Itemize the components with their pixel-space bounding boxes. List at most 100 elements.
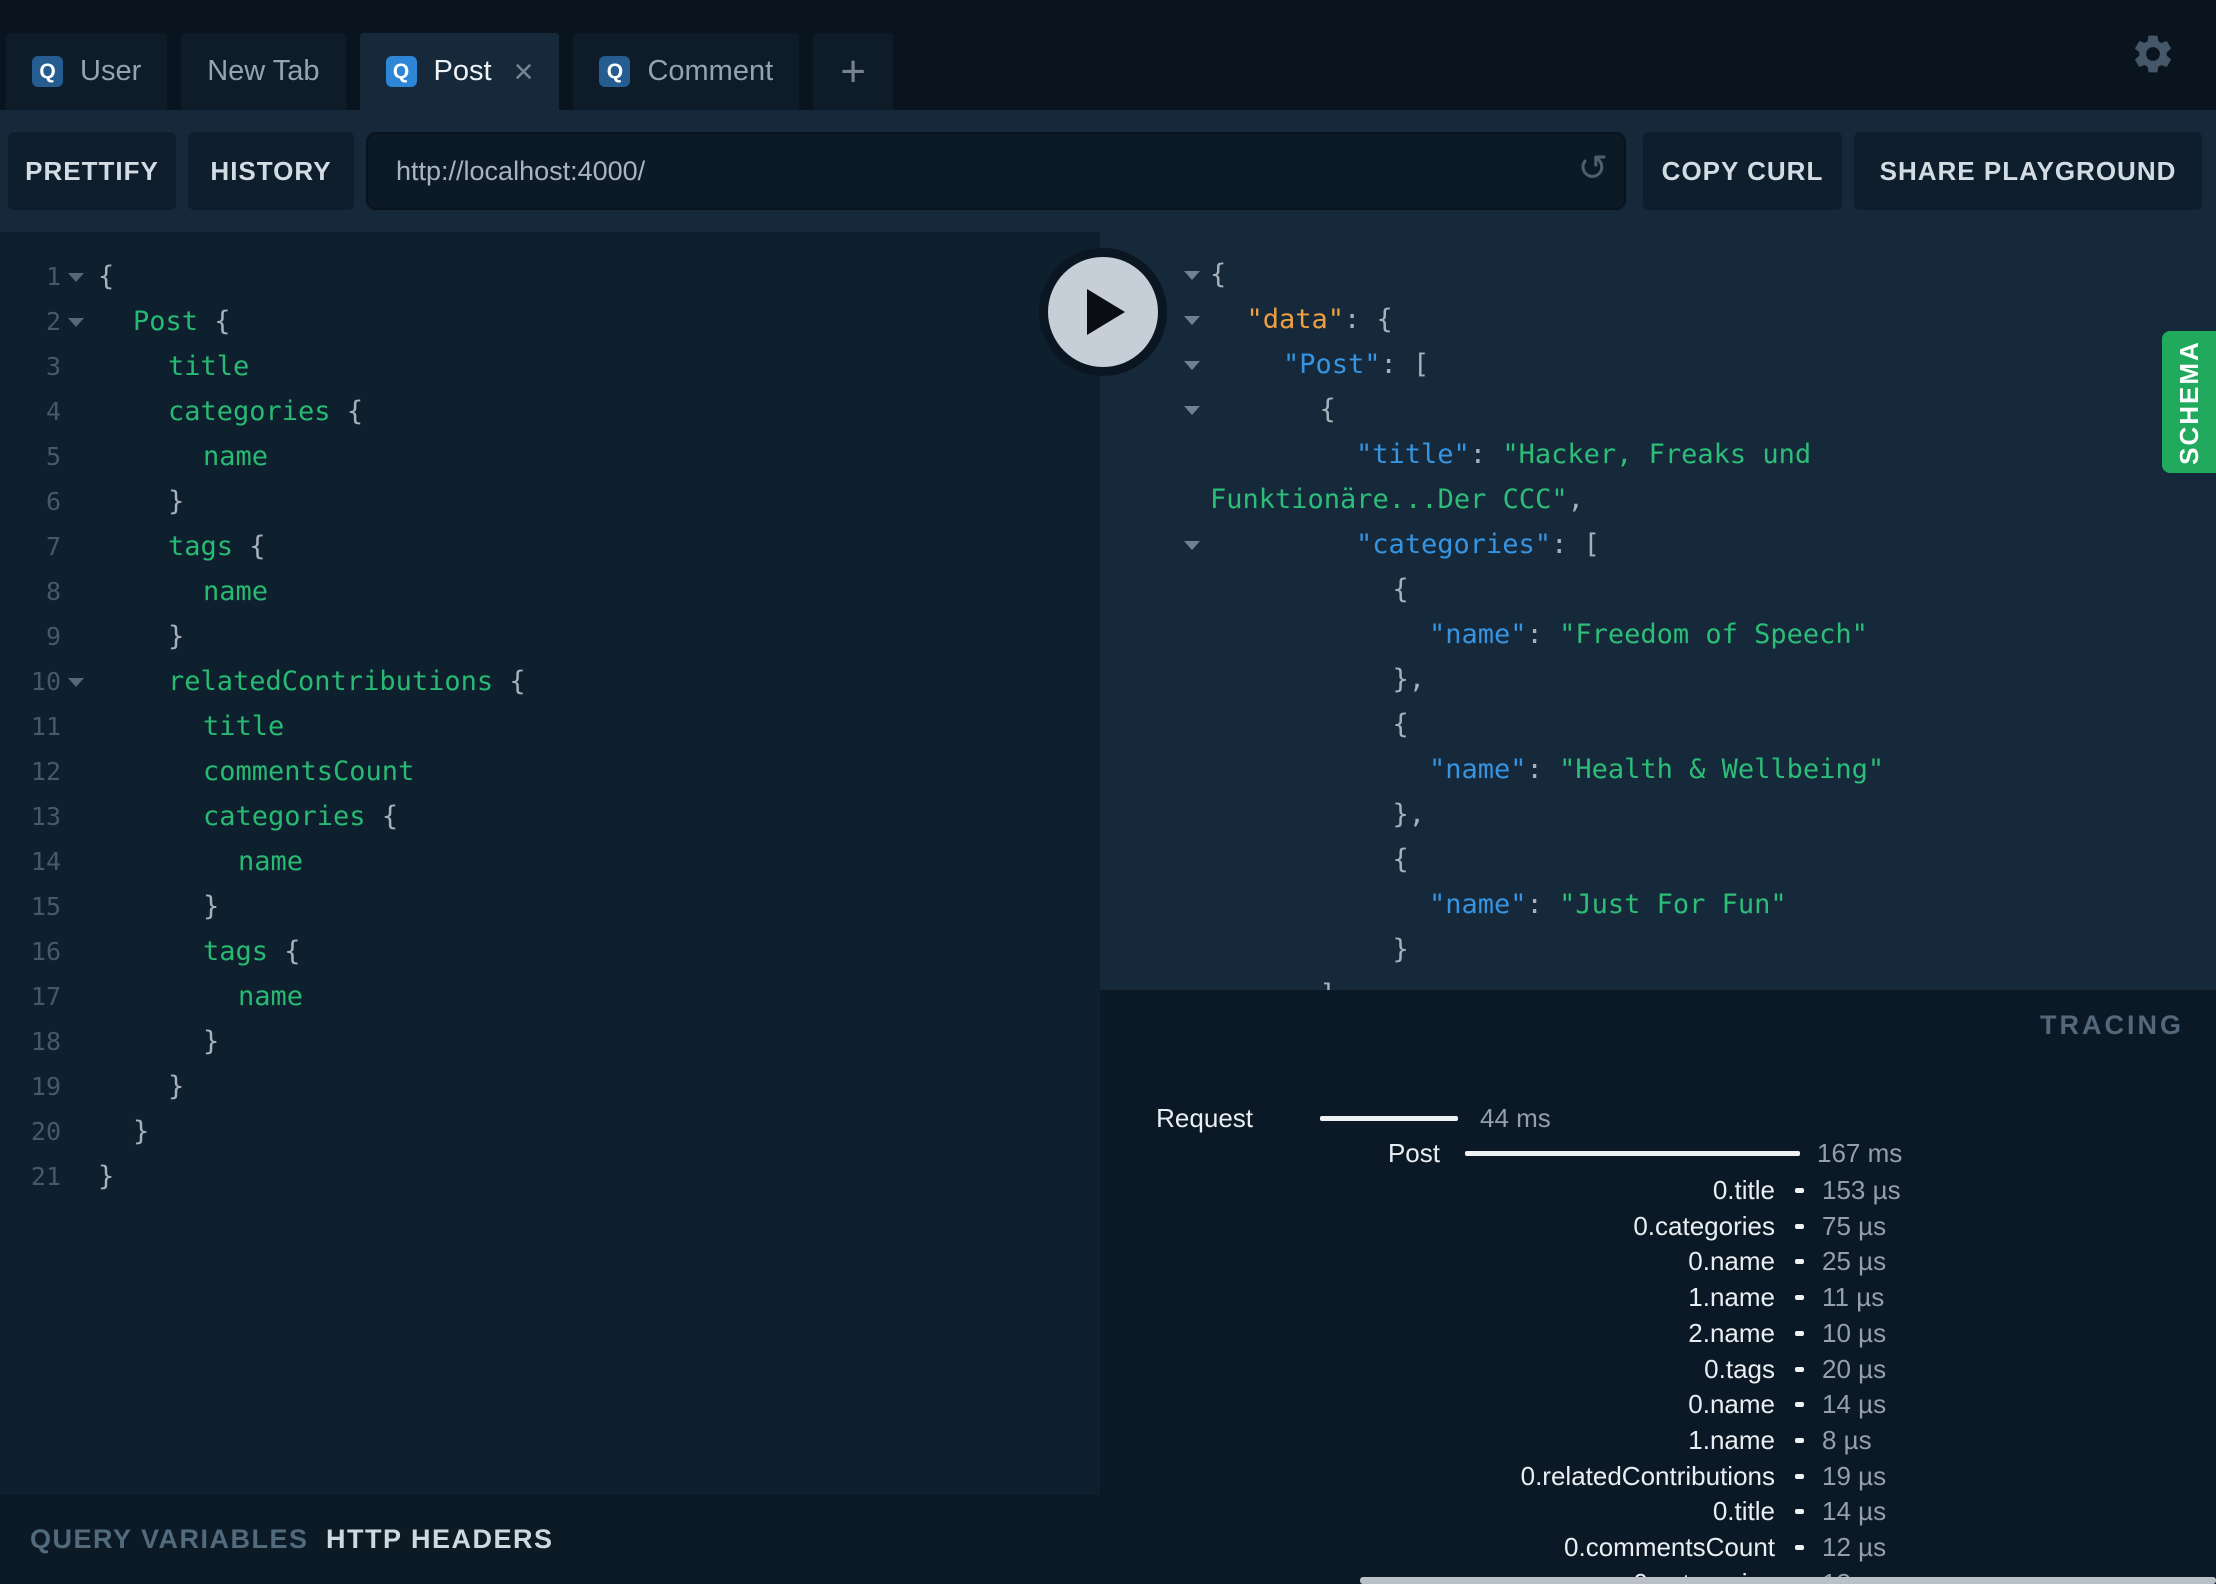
response-code: },: [1392, 664, 1426, 695]
trace-row: 0.categories 75 µs: [1100, 1209, 2216, 1243]
response-code: "data": {: [1246, 304, 1393, 335]
endpoint-url-input[interactable]: [366, 132, 1626, 210]
settings-gear-icon[interactable]: [2130, 31, 2176, 77]
response-code: },: [1392, 799, 1426, 830]
response-code: {: [1210, 259, 1227, 290]
trace-duration-bar: [1795, 1330, 1804, 1336]
trace-label: Post: [1387, 1138, 1440, 1168]
trace-time: 167 ms: [1817, 1138, 1903, 1168]
line-number: 16: [30, 937, 61, 966]
line-number: 10: [30, 667, 61, 696]
response-code: {: [1392, 844, 1409, 875]
query-variables-tab[interactable]: QUERY VARIABLES: [30, 1495, 309, 1584]
reload-schema-icon[interactable]: ↺: [1578, 146, 1608, 193]
response-code: Funktionäre...Der CCC",: [1210, 484, 1584, 515]
trace-duration-bar: [1795, 1402, 1804, 1408]
tab-comment[interactable]: Q Comment: [573, 33, 800, 110]
editor-line: 10 relatedContributions {: [0, 659, 1100, 704]
prettify-button[interactable]: PRETTIFY: [8, 132, 176, 210]
share-playground-button[interactable]: SHARE PLAYGROUND: [1854, 132, 2202, 210]
close-tab-icon[interactable]: ×: [514, 55, 534, 89]
editor-line: 20}: [0, 1109, 1100, 1154]
copy-curl-button[interactable]: COPY CURL: [1643, 132, 1842, 210]
editor-line: 11 title: [0, 704, 1100, 749]
editor-code: title: [203, 711, 285, 742]
tab-new-tab[interactable]: New Tab: [181, 33, 346, 110]
execute-button[interactable]: [1039, 248, 1167, 376]
editor-code: name: [203, 441, 269, 472]
editor-code: categories {: [168, 396, 364, 427]
response-line: },: [1100, 792, 2216, 837]
trace-label: 0.name: [1688, 1389, 1775, 1420]
line-number: 20: [30, 1117, 61, 1146]
tab-label: User: [80, 55, 142, 87]
trace-label: 0.commentsCount: [1564, 1532, 1775, 1562]
trace-label: 0.relatedContributions: [1520, 1460, 1775, 1491]
response-code: {: [1392, 574, 1409, 605]
schema-side-tab[interactable]: SCHEMA: [2162, 331, 2216, 473]
fold-arrow-icon[interactable]: [68, 273, 84, 282]
trace-row: 0.title 153 µs: [1100, 1173, 2216, 1207]
trace-label: Request: [1156, 1103, 1253, 1133]
response-line: "data": {: [1100, 297, 2216, 342]
tracing-panel: TRACING Request 44 ms Post 167 ms 0.title 153…: [1100, 990, 2216, 1584]
trace-duration-bar: [1320, 1116, 1458, 1121]
line-number: 6: [45, 487, 61, 516]
trace-duration-bar: [1795, 1295, 1804, 1301]
trace-duration-bar: [1795, 1545, 1804, 1550]
query-badge: Q: [599, 56, 631, 87]
response-line: {: [1100, 252, 2216, 297]
trace-row: 0.relatedContributions 19 µs: [1100, 1459, 2216, 1493]
editor-line: 8 name: [0, 569, 1100, 614]
editor-line: 6}: [0, 479, 1100, 524]
endpoint-url-field: ↺: [366, 132, 1626, 210]
trace-label: 0.title: [1712, 1175, 1775, 1205]
response-line: "name": "Freedom of Speech": [1100, 612, 2216, 657]
line-number: 14: [30, 847, 61, 876]
editor-code: title: [168, 351, 250, 382]
line-number: 13: [30, 802, 61, 831]
response-pane[interactable]: { "data": { "Post": [ { "title": "Hacker, Fr…: [1100, 232, 2216, 990]
add-tab-button[interactable]: +: [813, 33, 894, 110]
response-code: "title": "Hacker, Freaks und: [1356, 439, 1812, 470]
trace-label: 0.title: [1712, 1496, 1775, 1527]
response-code: ]: [1320, 972, 1336, 990]
collapse-arrow-icon[interactable]: [1184, 271, 1200, 280]
editor-code: }: [203, 1026, 220, 1057]
trace-row: Request 44 ms: [1100, 1101, 2216, 1135]
play-icon: [1087, 289, 1125, 335]
trace-row: 1.name 11 µs: [1100, 1280, 2216, 1314]
http-headers-tab[interactable]: HTTP HEADERS: [326, 1495, 554, 1584]
response-code: "Post": [: [1283, 349, 1430, 380]
collapse-arrow-icon[interactable]: [1184, 541, 1200, 550]
response-code: }: [1392, 934, 1409, 965]
fold-arrow-icon[interactable]: [68, 678, 84, 687]
collapse-arrow-icon[interactable]: [1184, 361, 1200, 370]
toolbar: PRETTIFY HISTORY ↺ COPY CURL SHARE PLAYG…: [0, 110, 2216, 232]
history-button[interactable]: HISTORY: [188, 132, 354, 210]
collapse-arrow-icon[interactable]: [1184, 406, 1200, 415]
query-editor-pane[interactable]: 1{2 Post {3 title 4 categories {5 name 6} 7 tags…: [0, 232, 1100, 1495]
editor-code: }: [168, 486, 185, 517]
horizontal-scrollbar[interactable]: [1360, 1577, 2216, 1584]
response-line: "name": "Just For Fun": [1100, 882, 2216, 927]
tab-user[interactable]: Q User: [6, 33, 168, 110]
response-line: Funktionäre...Der CCC",: [1100, 477, 2216, 522]
editor-line: 21}: [0, 1154, 1100, 1199]
schema-side-tab-label: SCHEMA: [2173, 339, 2204, 465]
response-line: "categories": [: [1100, 522, 2216, 567]
editor-code: {: [98, 261, 115, 292]
editor-code: relatedContributions {: [168, 666, 526, 697]
trace-label: 0.categories: [1633, 1210, 1775, 1241]
line-number: 5: [45, 442, 61, 471]
trace-row: 0.name 25 µs: [1100, 1244, 2216, 1278]
collapse-arrow-icon[interactable]: [1184, 316, 1200, 325]
editor-code: }: [133, 1116, 150, 1147]
trace-time: 14 µs: [1822, 1389, 1887, 1420]
tracing-rows: Request 44 ms Post 167 ms 0.title 153 µs 0.cat…: [1100, 990, 2216, 1584]
tab-label: New Tab: [207, 55, 320, 87]
editor-code: Post {: [133, 306, 231, 337]
response-code: {: [1392, 709, 1409, 740]
tab-post[interactable]: Q Post ×: [359, 33, 560, 110]
fold-arrow-icon[interactable]: [68, 318, 84, 327]
